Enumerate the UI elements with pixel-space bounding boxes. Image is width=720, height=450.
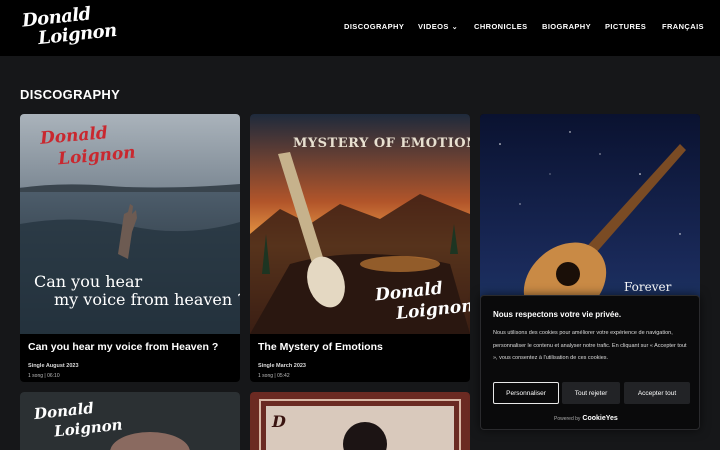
cover-text: Forever <box>624 280 672 294</box>
album-card[interactable]: Donald Loignon <box>20 392 240 450</box>
nav-language-francais[interactable]: FRANÇAIS <box>662 22 704 34</box>
album-cover[interactable]: Donald Loignon Can you hear my voice fro… <box>20 114 240 334</box>
nav-videos[interactable]: VIDEOS ⌄ <box>418 22 458 34</box>
customize-button[interactable]: Personnaliser <box>493 382 559 404</box>
album-duration: 05:42 <box>277 373 290 379</box>
powered-by: Powered by CookieYes <box>554 415 618 422</box>
album-duration: 06:10 <box>47 373 60 379</box>
album-release: Single August 2023 <box>28 363 79 369</box>
cookieyes-logo[interactable]: CookieYes <box>582 415 617 422</box>
album-cover[interactable]: Donald Loignon <box>20 392 240 450</box>
nav-discography[interactable]: DISCOGRAPHY <box>344 22 404 34</box>
nav-pictures[interactable]: PICTURES <box>605 22 646 34</box>
album-cover[interactable]: MYSTERY OF EMOTIONS Donald Loignon <box>250 114 470 334</box>
cover-text-line-2: my voice from heaven ? <box>54 290 240 309</box>
song-count: 1 song <box>28 373 44 379</box>
cover-album-title: MYSTERY OF EMOTIONS <box>293 136 470 151</box>
album-card[interactable]: Donald Loignon Can you hear my voice fro… <box>20 114 240 382</box>
nav-chronicles[interactable]: CHRONICLES <box>474 22 528 34</box>
album-card[interactable]: D <box>250 392 470 450</box>
album-tracks-info: 1 song | 05:42 <box>258 373 290 379</box>
song-count: 1 song <box>258 373 274 379</box>
cookie-title: Nous respectons votre vie privée. <box>493 310 622 319</box>
album-title[interactable]: The Mystery of Emotions <box>258 341 383 353</box>
reject-all-button[interactable]: Tout rejeter <box>562 382 620 404</box>
album-card[interactable]: MYSTERY OF EMOTIONS Donald Loignon The M… <box>250 114 470 382</box>
nav-videos-label: VIDEOS <box>418 22 449 31</box>
top-navbar: Donald Loignon DISCOGRAPHY VIDEOS ⌄ CHRON… <box>0 0 720 56</box>
album-cover[interactable]: D <box>250 392 470 450</box>
nav-biography[interactable]: BIOGRAPHY <box>542 22 591 34</box>
cookie-consent-banner: Nous respectons votre vie privée. Nous u… <box>480 295 700 430</box>
chevron-down-icon: ⌄ <box>451 24 459 31</box>
cover-logo-letter: D <box>272 412 286 431</box>
album-tracks-info: 1 song | 06:10 <box>28 373 60 379</box>
cover-text-line-1: Can you hear <box>34 272 143 291</box>
album-release: Single March 2023 <box>258 363 306 369</box>
site-logo[interactable]: Donald Loignon <box>21 3 118 49</box>
cookie-description: Nous utilisons des cookies pour améliore… <box>493 330 687 361</box>
accept-all-button[interactable]: Accepter tout <box>624 382 690 404</box>
page-title: DISCOGRAPHY <box>20 87 121 102</box>
album-title[interactable]: Can you hear my voice from Heaven ? <box>28 341 218 353</box>
powered-by-label: Powered by <box>554 416 581 422</box>
